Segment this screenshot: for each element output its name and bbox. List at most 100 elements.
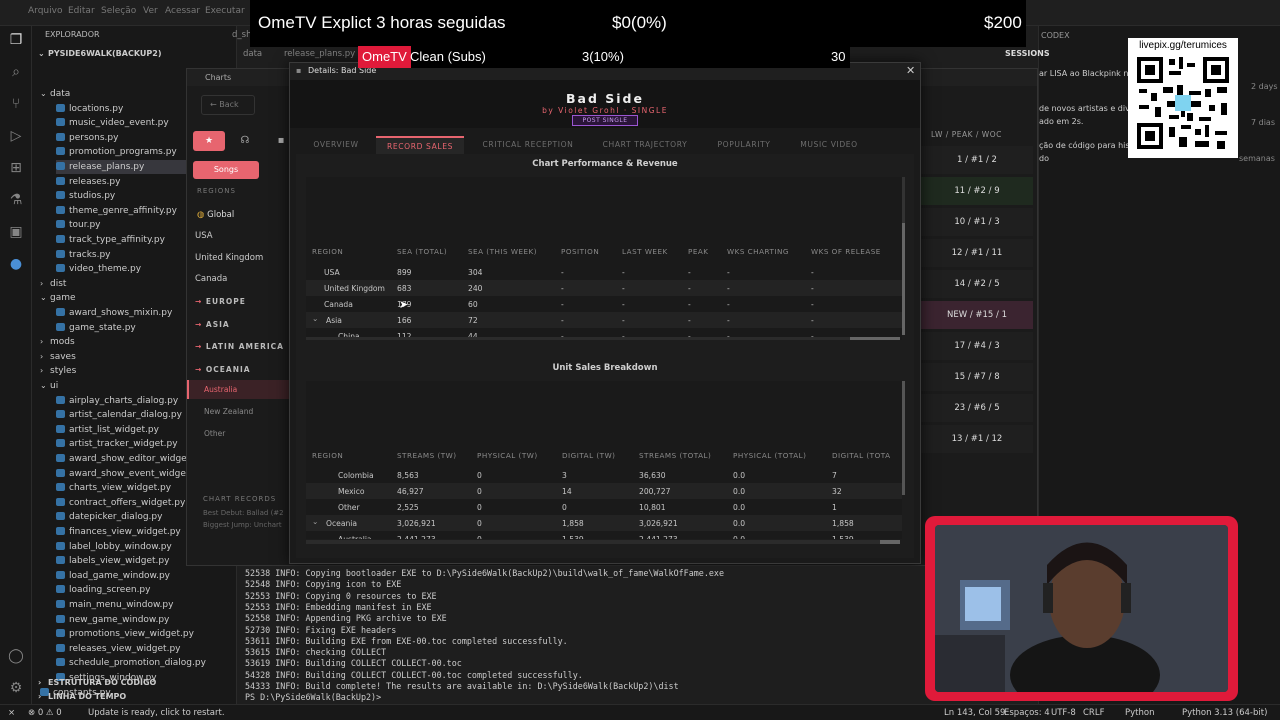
outline-section[interactable]: › ESTRUTURA DO CÓDIGO [38, 676, 156, 690]
column-header[interactable]: DIGITAL (TOTA [832, 451, 890, 460]
editor-tab-fragment[interactable]: d_sh [232, 30, 251, 40]
session-item[interactable]: do [1039, 154, 1049, 163]
file-item[interactable]: locations.py [56, 102, 123, 116]
explorer-icon[interactable]: ❐ [6, 30, 26, 50]
python-interpreter[interactable]: Python 3.13 (64-bit) [1182, 708, 1267, 718]
chart-row[interactable]: 10 / #1 / 3 [921, 208, 1033, 236]
table1-hscrollbar[interactable] [306, 337, 900, 340]
tab-critical-reception[interactable]: CRITICAL RECEPTION [472, 136, 584, 154]
file-item[interactable]: tracks.py [56, 248, 111, 262]
file-item[interactable]: label_lobby_window.py [56, 540, 172, 554]
line-ending[interactable]: CRLF [1083, 708, 1104, 718]
file-item[interactable]: releases.py [56, 175, 120, 189]
workspace-root[interactable]: ⌄ PYSIDE6WALK(BACKUP2) [38, 47, 161, 61]
column-header[interactable]: REGION [312, 247, 343, 256]
menu-go[interactable]: Acessar [165, 6, 200, 16]
column-header[interactable]: DIGITAL (TW) [562, 451, 616, 460]
file-item[interactable]: award_show_editor_widget.py [56, 452, 204, 466]
file-item[interactable]: music_video_event.py [56, 116, 169, 130]
folder-item[interactable]: ⌄ data [40, 87, 70, 101]
chart-row[interactable]: 14 / #2 / 5 [921, 270, 1033, 298]
column-header[interactable]: PHYSICAL (TW) [477, 451, 538, 460]
menu-view[interactable]: Ver [143, 6, 158, 16]
file-item[interactable]: theme_genre_affinity.py [56, 204, 177, 218]
file-item[interactable]: new_game_window.py [56, 613, 169, 627]
tab-record-sales[interactable]: RECORD SALES [376, 136, 464, 154]
cursor-position[interactable]: Ln 143, Col 59 [944, 708, 1005, 718]
region-usa[interactable]: USA [195, 231, 213, 241]
expand-chevron-icon[interactable]: ⌄ [312, 517, 318, 526]
session-item[interactable]: ado em 2s. [1039, 117, 1083, 126]
indentation[interactable]: Espaços: 4 [1004, 708, 1050, 718]
chart-row[interactable]: 15 / #7 / 8 [921, 363, 1033, 391]
tab-chart-trajectory[interactable]: CHART TRAJECTORY [592, 136, 698, 154]
chart-row[interactable]: 1 / #1 / 2 [921, 146, 1033, 174]
file-item[interactable]: tour.py [56, 218, 101, 232]
source-control-icon[interactable]: ⑂ [6, 94, 26, 114]
file-item[interactable]: loading_screen.py [56, 583, 150, 597]
session-item[interactable]: de novos artistas e div [1039, 104, 1130, 113]
update-notice[interactable]: Update is ready, click to restart. [88, 708, 225, 718]
file-item[interactable]: award_shows_mixin.py [56, 306, 172, 320]
file-item[interactable]: schedule_promotion_dialog.py [56, 656, 206, 670]
region-canada[interactable]: Canada [195, 274, 227, 284]
file-item[interactable]: promotion_programs.py [56, 145, 177, 159]
chart-row[interactable]: 17 / #4 / 3 [921, 332, 1033, 360]
table2-hscrollbar[interactable] [306, 540, 900, 544]
column-header[interactable]: STREAMS (TW) [397, 451, 457, 460]
session-item[interactable]: ar LISA ao Blackpink no [1039, 69, 1133, 78]
file-item[interactable]: artist_calendar_dialog.py [56, 408, 182, 422]
chart-row[interactable]: 13 / #1 / 12 [921, 425, 1033, 453]
region-global[interactable]: ◍ Global [197, 210, 234, 220]
column-header[interactable]: STREAMS (TOTAL) [639, 451, 711, 460]
chart-row[interactable]: 11 / #2 / 9 [921, 177, 1033, 205]
file-item[interactable]: labels_view_widget.py [56, 554, 169, 568]
folder-item[interactable]: ⌄ ui [40, 379, 58, 393]
region-new-zealand[interactable]: New Zealand [204, 407, 253, 416]
breadcrumb-folder[interactable]: data [243, 49, 262, 59]
terminal-panel[interactable]: 52538 INFO: Copying bootloader EXE to D:… [237, 566, 927, 704]
region-uk[interactable]: United Kingdom [195, 253, 263, 263]
file-item[interactable]: artist_list_widget.py [56, 423, 159, 437]
column-header[interactable]: REGION [312, 451, 343, 460]
menu-run[interactable]: Executar [205, 6, 245, 16]
column-header[interactable]: SEA (TOTAL) [397, 247, 447, 256]
region-australia[interactable]: Australia [204, 385, 237, 394]
folder-item[interactable]: › dist [40, 277, 66, 291]
folder-item[interactable]: › saves [40, 350, 76, 364]
tab-music-video[interactable]: MUSIC VIDEO [790, 136, 868, 154]
file-item[interactable]: datepicker_dialog.py [56, 510, 162, 524]
group-europe[interactable]: → EUROPE [195, 297, 246, 306]
tab-popularity[interactable]: POPULARITY [706, 136, 782, 154]
column-header[interactable]: LAST WEEK [622, 247, 668, 256]
problems-count[interactable]: ⊗ 0 ⚠ 0 [28, 708, 62, 718]
table1-hscroll-thumb[interactable] [850, 337, 900, 340]
column-header[interactable]: SEA (THIS WEEK) [468, 247, 537, 256]
remote-status-icon[interactable]: ⨯ [8, 708, 15, 718]
file-item[interactable]: promotions_view_widget.py [56, 627, 194, 641]
timeline-section[interactable]: › LINHA DO TEMPO [38, 690, 126, 704]
table1-vscroll-thumb[interactable] [902, 223, 905, 335]
file-item[interactable]: charts_view_widget.py [56, 481, 171, 495]
file-item[interactable]: persons.py [56, 131, 118, 145]
remote-icon[interactable]: ▣ [6, 222, 26, 242]
group-latin-america[interactable]: → LATIN AMERICA [195, 342, 284, 351]
trophy-tab-icon[interactable]: ★ [193, 131, 225, 151]
breadcrumb-file[interactable]: release_plans.py [284, 49, 355, 59]
extensions-icon[interactable]: ⊞ [6, 158, 26, 178]
group-oceania[interactable]: → OCEANIA [195, 365, 251, 374]
testing-icon[interactable]: ⚗ [6, 190, 26, 210]
tab-overview[interactable]: OVERVIEW [302, 136, 370, 154]
file-item[interactable]: airplay_charts_dialog.py [56, 394, 178, 408]
region-other[interactable]: Other [204, 429, 225, 438]
language-mode[interactable]: Python [1125, 708, 1154, 718]
file-item[interactable]: video_theme.py [56, 262, 141, 276]
column-header[interactable]: PHYSICAL (TOTAL) [733, 451, 806, 460]
encoding[interactable]: UTF-8 [1051, 708, 1076, 718]
file-item[interactable]: finances_view_widget.py [56, 525, 181, 539]
file-item[interactable]: load_game_window.py [56, 569, 170, 583]
account-icon[interactable]: ◯ [6, 646, 26, 666]
table2-hscroll-thumb[interactable] [880, 540, 900, 544]
file-item[interactable]: track_type_affinity.py [56, 233, 165, 247]
folder-item[interactable]: › styles [40, 364, 76, 378]
